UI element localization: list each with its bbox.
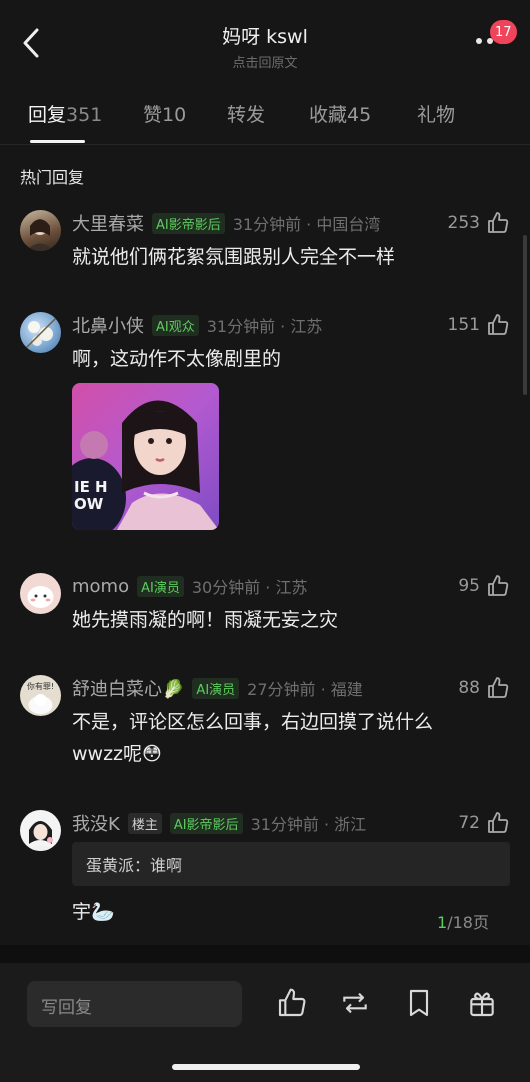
like-button[interactable]: 151 <box>448 311 510 339</box>
timestamp: 27分钟前 · 福建 <box>247 680 363 699</box>
thumb-up-icon <box>488 314 509 335</box>
home-indicator[interactable] <box>172 1064 360 1070</box>
page-indicator[interactable]: 1/18页 <box>437 909 489 933</box>
thumb-up-icon <box>488 575 509 596</box>
like-button[interactable]: 95 <box>458 572 510 600</box>
scrollbar[interactable] <box>523 235 527 395</box>
timestamp: 30分钟前 · 江苏 <box>191 578 308 597</box>
username[interactable]: momo <box>72 576 129 597</box>
like-button[interactable]: 72 <box>458 809 510 837</box>
tab-likes[interactable]: 赞10 <box>143 100 186 127</box>
active-tab-indicator <box>30 140 85 143</box>
username[interactable]: 我没K <box>72 810 120 836</box>
thumb-up-icon <box>488 677 509 698</box>
timestamp: 31分钟前 · 江苏 <box>206 317 323 336</box>
username[interactable]: 大里春菜 <box>72 210 144 236</box>
like-count: 72 <box>458 813 480 833</box>
user-tag: AI观众 <box>152 314 199 336</box>
username[interactable]: 舒迪白菜心🥬 <box>72 675 184 701</box>
avatar[interactable]: 你有罪! <box>20 675 61 716</box>
like-count: 151 <box>447 315 480 335</box>
avatar-text: 你有罪! <box>26 682 55 691</box>
like-button[interactable]: 88 <box>458 674 510 702</box>
tab-bar: 回复351 赞10 转发 收藏45 礼物 <box>0 100 530 144</box>
back-to-original-link[interactable]: 点击回原文 <box>0 52 530 71</box>
like-post-button[interactable] <box>276 987 308 1019</box>
comment-text: 啊，这动作不太像剧里的 <box>72 348 282 370</box>
notification-badge: 17 <box>490 20 517 44</box>
tab-favorites[interactable]: 收藏45 <box>309 100 371 127</box>
reply-input[interactable]: 写回复 <box>27 981 242 1027</box>
bookmark-button[interactable] <box>403 987 435 1019</box>
user-tag: AI影帝影后 <box>169 812 243 834</box>
comment-image[interactable]: IE HOW <box>72 383 219 530</box>
user-tag: AI演员 <box>192 677 240 699</box>
thumb-up-icon <box>488 812 509 833</box>
thumb-up-icon <box>278 988 306 1017</box>
like-count: 95 <box>458 576 480 596</box>
tab-reposts[interactable]: 转发 <box>227 100 265 127</box>
username[interactable]: 北鼻小侠 <box>72 312 144 338</box>
bookmark-icon <box>409 989 429 1017</box>
more-dots-icon <box>476 38 482 44</box>
timestamp: 31分钟前 · 浙江 <box>250 815 367 834</box>
like-count: 253 <box>447 213 480 233</box>
comment-text: 不是，评论区怎么回事，右边回摸了说什么 wwzz呢😳 <box>72 711 434 765</box>
like-count: 88 <box>458 678 480 698</box>
avatar[interactable] <box>20 210 61 251</box>
quoted-reply[interactable]: 蛋黄派：谁啊 <box>72 842 510 886</box>
image-overlay-text: IE HOW <box>74 478 108 513</box>
divider <box>0 945 530 963</box>
thumb-up-icon <box>488 212 509 233</box>
tab-gifts[interactable]: 礼物 <box>417 100 455 127</box>
user-tag: AI影帝影后 <box>152 212 225 234</box>
top-nav: 妈呀 kswl 点击回原文 17 <box>0 0 530 90</box>
avatar[interactable] <box>20 573 61 614</box>
tab-replies[interactable]: 回复351 <box>28 100 102 127</box>
section-title: 热门回复 <box>20 168 85 187</box>
avatar[interactable] <box>20 312 61 353</box>
comment-text: 她先摸雨凝的啊！雨凝无妄之灾 <box>72 609 339 631</box>
repost-button[interactable] <box>339 987 371 1019</box>
user-tag: AI演员 <box>137 575 184 597</box>
comment-text: 就说他们俩花絮氛围跟别人完全不一样 <box>72 246 396 268</box>
repost-icon <box>343 992 367 1014</box>
page-title: 妈呀 kswl <box>222 26 308 48</box>
timestamp: 31分钟前 · 中国台湾 <box>232 215 381 234</box>
avatar[interactable] <box>20 810 61 851</box>
divider <box>0 144 530 145</box>
gift-icon <box>470 992 494 1017</box>
like-button[interactable]: 253 <box>448 209 510 237</box>
host-tag: 楼主 <box>127 812 162 834</box>
gift-button[interactable] <box>466 987 498 1019</box>
